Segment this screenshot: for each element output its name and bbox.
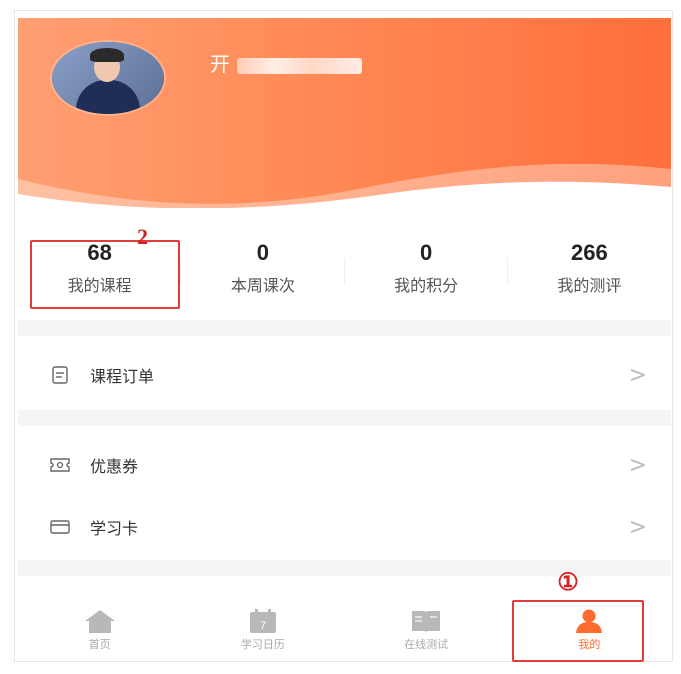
stat-my-assessments[interactable]: 266 我的测评 [508, 238, 671, 308]
header-wave [18, 163, 671, 208]
calendar-badge: 7 [260, 620, 266, 632]
stat-label: 本周课次 [230, 276, 295, 295]
calendar-icon: 7 [249, 609, 276, 633]
menu-study-card[interactable]: 学习卡 > [18, 498, 671, 556]
username: 开 [210, 48, 362, 77]
section-gap [18, 410, 671, 426]
chevron-right-icon: > [628, 452, 647, 478]
menu-course-orders[interactable]: 课程订单 > [18, 346, 671, 404]
annotation-box-1 [512, 600, 644, 662]
ticket-icon [48, 453, 72, 477]
tab-label: 在线测试 [404, 638, 449, 651]
tab-label: 首页 [88, 638, 111, 651]
chevron-right-icon: > [628, 514, 647, 540]
stat-weekly-classes[interactable]: 0 本周课次 [181, 238, 345, 308]
tab-label: 学习日历 [240, 638, 285, 651]
annotation-box-2 [30, 240, 180, 309]
menu-label: 学习卡 [90, 519, 139, 538]
annotation-marker-2: 2 [137, 224, 148, 249]
redacted-name [237, 57, 362, 74]
document-icon [48, 363, 72, 387]
stat-my-points[interactable]: 0 我的积分 [345, 238, 508, 308]
book-icon [412, 611, 441, 633]
stat-value: 0 [256, 240, 269, 265]
annotation-marker-1: ① [557, 570, 579, 596]
stat-value: 0 [420, 240, 433, 265]
tab-calendar[interactable]: 7 学习日历 [181, 600, 344, 660]
home-icon [84, 610, 115, 633]
section-gap [18, 320, 671, 336]
tab-home[interactable]: 首页 [18, 600, 181, 660]
menu-label: 课程订单 [90, 367, 155, 386]
tab-online-test[interactable]: 在线测试 [345, 600, 508, 660]
avatar[interactable] [52, 42, 164, 114]
menu-label: 优惠券 [90, 457, 139, 476]
username-text: 开 [210, 52, 231, 76]
stat-value: 266 [571, 240, 608, 265]
stat-label: 我的测评 [557, 276, 622, 295]
stat-label: 我的积分 [394, 276, 459, 295]
menu-coupons[interactable]: 优惠券 > [18, 436, 671, 494]
card-icon [48, 515, 72, 539]
chevron-right-icon: > [628, 362, 647, 388]
